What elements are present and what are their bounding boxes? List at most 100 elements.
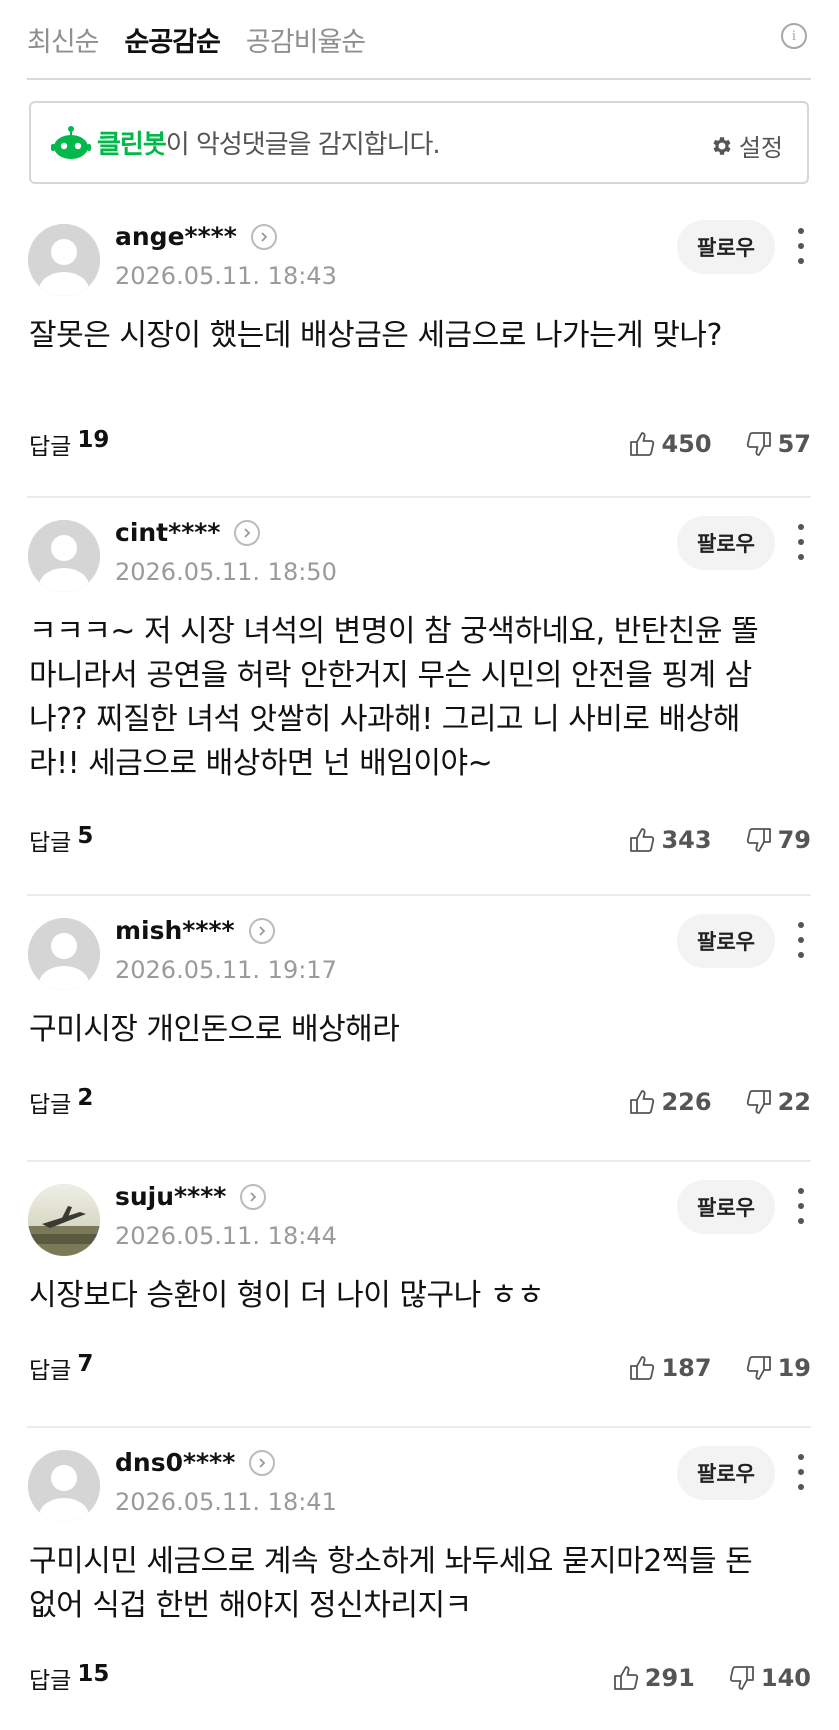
dislike-button[interactable]: 22 bbox=[746, 1088, 811, 1116]
chevron-right-icon[interactable] bbox=[240, 1183, 267, 1210]
comment-item: ange**** 2026.05.11. 18:43 팔로우 잘못은 시장이 했… bbox=[27, 202, 811, 498]
comment-footer: 답글 2 226 22 bbox=[29, 1082, 811, 1122]
cleanbot-banner: 클린봇 이 악성댓글을 감지합니다. 설정 bbox=[29, 101, 809, 184]
reply-button[interactable]: 답글 7 bbox=[29, 1351, 93, 1385]
default-avatar-icon bbox=[28, 1450, 100, 1522]
more-options-icon[interactable] bbox=[793, 524, 809, 560]
cleanbot-name: 클린봇 bbox=[97, 130, 167, 160]
like-button[interactable]: 187 bbox=[629, 1354, 712, 1382]
dislike-count: 79 bbox=[777, 826, 811, 854]
dislike-button[interactable]: 140 bbox=[729, 1664, 811, 1692]
reply-button[interactable]: 답글 5 bbox=[29, 823, 93, 857]
username-text: cint**** bbox=[115, 518, 221, 547]
comment-item: suju**** 2026.05.11. 18:44 팔로우 시장보다 승환이 … bbox=[27, 1162, 811, 1428]
thumbs-up-icon bbox=[630, 828, 655, 852]
gear-icon bbox=[713, 136, 731, 155]
sort-tab-net-likes[interactable]: 순공감순 bbox=[125, 20, 221, 59]
follow-button[interactable]: 팔로우 bbox=[677, 516, 775, 570]
avatar[interactable] bbox=[28, 224, 100, 296]
chevron-right-icon[interactable] bbox=[234, 519, 261, 546]
chevron-right-icon[interactable] bbox=[249, 1449, 276, 1476]
comment-text: 구미시장 개인돈으로 배상해라 bbox=[29, 1012, 400, 1047]
username-text: suju**** bbox=[115, 1182, 227, 1211]
like-button[interactable]: 450 bbox=[629, 430, 712, 458]
reply-button[interactable]: 답글 15 bbox=[29, 1661, 109, 1695]
thumbs-up-icon bbox=[630, 1090, 655, 1114]
reply-count: 2 bbox=[77, 1085, 94, 1111]
username[interactable]: mish**** bbox=[115, 916, 275, 945]
thumbs-up-icon bbox=[613, 1666, 638, 1690]
avatar[interactable] bbox=[28, 520, 100, 592]
dislike-count: 57 bbox=[777, 430, 811, 458]
comment-date: 2026.05.11. 18:41 bbox=[115, 1488, 337, 1516]
cleanbot-robot-icon bbox=[51, 125, 91, 159]
username-text: ange**** bbox=[115, 222, 237, 251]
reply-button[interactable]: 답글 19 bbox=[29, 427, 109, 461]
comment-date: 2026.05.11. 18:50 bbox=[115, 558, 337, 586]
like-button[interactable]: 291 bbox=[613, 1664, 695, 1692]
dislike-button[interactable]: 57 bbox=[746, 430, 811, 458]
reply-button[interactable]: 답글 2 bbox=[29, 1085, 93, 1119]
reply-label: 답글 bbox=[29, 1358, 72, 1384]
chevron-right-icon[interactable] bbox=[248, 917, 275, 944]
dislike-count: 22 bbox=[777, 1088, 811, 1116]
like-button[interactable]: 226 bbox=[629, 1088, 712, 1116]
avatar[interactable] bbox=[28, 1450, 100, 1522]
comment-item: cint**** 2026.05.11. 18:50 팔로우 ㅋㅋㅋ~ 저 시장… bbox=[27, 498, 811, 896]
follow-button[interactable]: 팔로우 bbox=[677, 1180, 775, 1234]
cleanbot-description: 이 악성댓글을 감지합니다. bbox=[165, 130, 441, 160]
comment-date: 2026.05.11. 19:17 bbox=[115, 956, 337, 984]
username-text: dns0**** bbox=[115, 1448, 236, 1477]
follow-button[interactable]: 팔로우 bbox=[677, 220, 775, 274]
sort-tab-latest[interactable]: 최신순 bbox=[27, 20, 100, 59]
reply-count: 19 bbox=[77, 427, 110, 453]
like-count: 343 bbox=[661, 826, 712, 854]
like-count: 450 bbox=[661, 430, 712, 458]
follow-button[interactable]: 팔로우 bbox=[677, 1446, 775, 1500]
settings-button[interactable]: 설정 bbox=[710, 128, 783, 163]
thumbs-down-icon bbox=[729, 1666, 754, 1690]
comment-text: 잘못은 시장이 했는데 배상금은 세금으로 나가는게 맞나? bbox=[29, 318, 722, 353]
like-button[interactable]: 343 bbox=[629, 826, 712, 854]
reply-count: 15 bbox=[77, 1661, 110, 1687]
comment-text: 시장보다 승환이 형이 더 나이 많구나 ㅎㅎ bbox=[29, 1278, 544, 1313]
thumbs-down-icon bbox=[746, 432, 771, 456]
reply-label: 답글 bbox=[29, 830, 72, 856]
more-options-icon[interactable] bbox=[793, 1188, 809, 1224]
thumbs-up-icon bbox=[630, 1356, 655, 1380]
avatar[interactable] bbox=[28, 918, 100, 990]
dislike-button[interactable]: 79 bbox=[746, 826, 811, 854]
dislike-button[interactable]: 19 bbox=[746, 1354, 811, 1382]
info-icon[interactable]: i bbox=[781, 23, 807, 49]
reply-label: 답글 bbox=[29, 1092, 72, 1118]
thumbs-down-icon bbox=[746, 1356, 771, 1380]
profile-photo bbox=[28, 1184, 100, 1256]
default-avatar-icon bbox=[28, 224, 100, 296]
username-text: mish**** bbox=[115, 916, 235, 945]
more-options-icon[interactable] bbox=[793, 228, 809, 264]
sort-bar: 최신순 순공감순 공감비율순 i bbox=[27, 0, 811, 80]
like-count: 226 bbox=[661, 1088, 712, 1116]
username[interactable]: dns0**** bbox=[115, 1448, 276, 1477]
reply-count: 7 bbox=[77, 1351, 94, 1377]
comment-item: mish**** 2026.05.11. 19:17 팔로우 구미시장 개인돈으… bbox=[27, 896, 811, 1162]
thumbs-down-icon bbox=[746, 1090, 771, 1114]
username[interactable]: suju**** bbox=[115, 1182, 267, 1211]
sort-tab-like-ratio[interactable]: 공감비율순 bbox=[246, 20, 366, 59]
username[interactable]: ange**** bbox=[115, 222, 277, 251]
settings-label: 설정 bbox=[738, 134, 783, 162]
avatar[interactable] bbox=[28, 1184, 100, 1256]
reply-label: 답글 bbox=[29, 1668, 72, 1694]
comment-item: dns0**** 2026.05.11. 18:41 팔로우 구미시민 세금으로… bbox=[27, 1428, 811, 1730]
more-options-icon[interactable] bbox=[793, 1454, 809, 1490]
comment-footer: 답글 19 450 57 bbox=[29, 424, 811, 464]
comment-footer: 답글 15 291 140 bbox=[29, 1658, 811, 1698]
follow-button[interactable]: 팔로우 bbox=[677, 914, 775, 968]
comment-text: ㅋㅋㅋ~ 저 시장 녀석의 변명이 참 궁색하네요, 반탄친윤 똘마니라서 공연… bbox=[29, 614, 759, 781]
username[interactable]: cint**** bbox=[115, 518, 261, 547]
thumbs-up-icon bbox=[630, 432, 655, 456]
comment-footer: 답글 5 343 79 bbox=[29, 820, 811, 860]
reply-label: 답글 bbox=[29, 434, 72, 460]
more-options-icon[interactable] bbox=[793, 922, 809, 958]
chevron-right-icon[interactable] bbox=[250, 223, 277, 250]
